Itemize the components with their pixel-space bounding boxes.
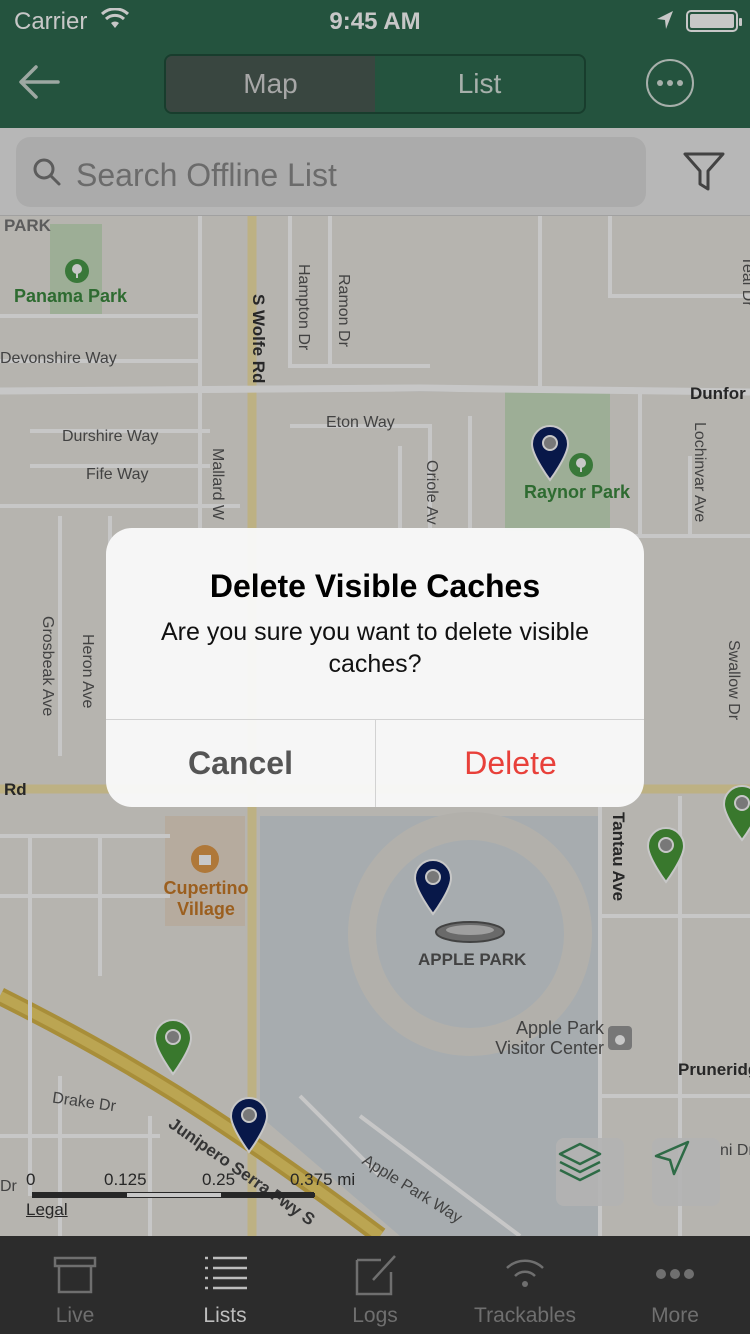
tab-logs[interactable]: Logs [300,1236,450,1334]
tab-trackables[interactable]: Trackables [450,1236,600,1334]
alert-title: Delete Visible Caches [209,568,541,604]
box-icon [53,1256,97,1294]
tab-label: Lists [203,1304,247,1327]
tab-live[interactable]: Live [0,1236,150,1334]
edit-icon [355,1255,396,1296]
delete-caches-alert: Delete Visible Caches Are you sure you w… [106,528,644,807]
tab-label: Trackables [474,1304,576,1327]
alert-message: Are you sure you want to delete visible … [160,618,589,678]
list-icon [205,1256,247,1290]
tab-label: More [651,1304,699,1327]
tab-more[interactable]: More [600,1236,750,1334]
tab-label: Live [55,1304,95,1327]
tab-lists[interactable]: Lists [150,1236,300,1334]
more-icon [656,1269,694,1279]
cancel-button[interactable]: Cancel [106,720,375,807]
delete-button[interactable]: Delete [376,720,644,807]
tab-label: Logs [352,1304,398,1327]
tab-bar: Live Lists Logs Trackables More [0,1236,750,1334]
signal-icon [506,1259,544,1287]
